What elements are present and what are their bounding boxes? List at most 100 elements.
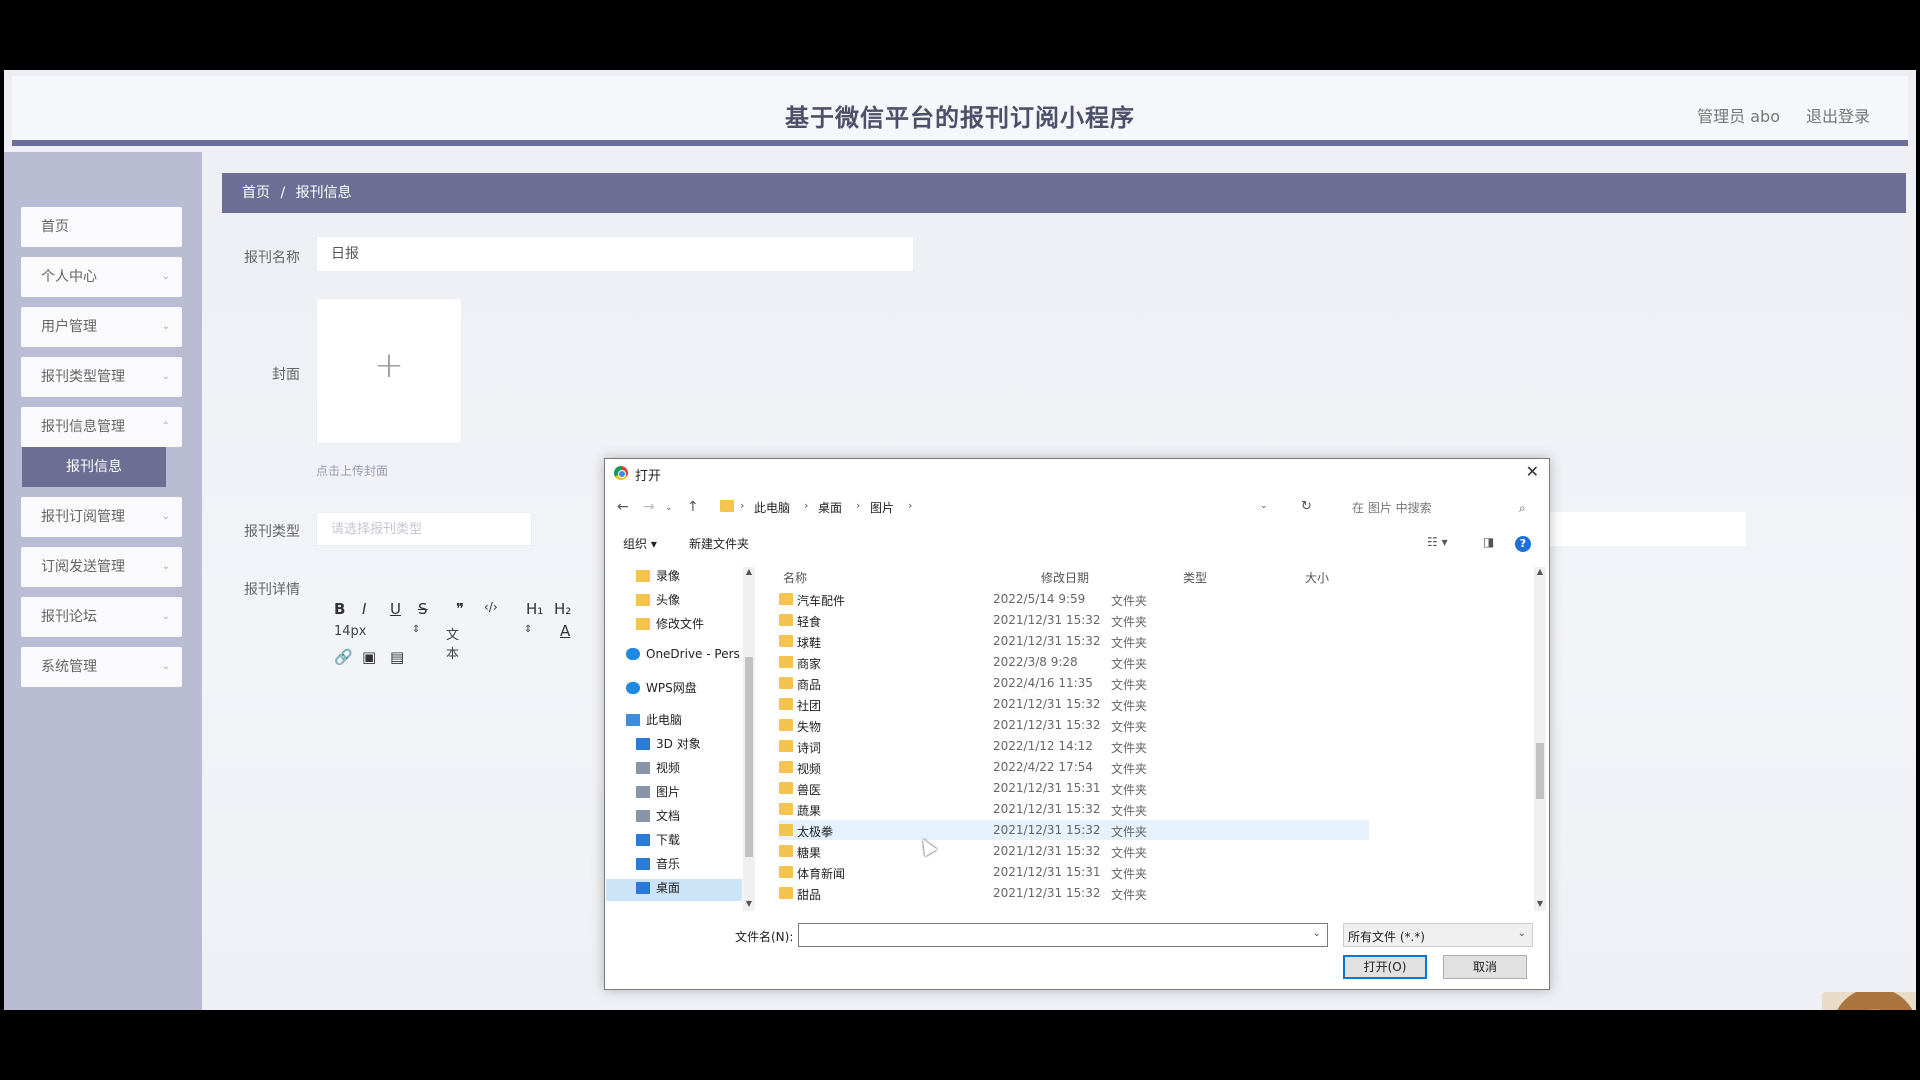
- strike-button[interactable]: S: [418, 600, 428, 618]
- column-size[interactable]: 大小: [1305, 569, 1329, 586]
- file-row[interactable]: 社团 2021/12/31 15:32 文件夹: [779, 694, 1369, 714]
- scroll-down-icon[interactable]: ▼: [1534, 899, 1546, 908]
- organize-button[interactable]: 组织 ▾: [623, 535, 657, 552]
- image-icon[interactable]: ▣: [362, 648, 376, 666]
- back-arrow-icon[interactable]: ←: [617, 499, 629, 515]
- preview-pane-icon[interactable]: ◨: [1483, 535, 1494, 549]
- file-row[interactable]: 商品 2022/4/16 11:35 文件夹: [779, 673, 1369, 693]
- sidebar-item-system[interactable]: 系统管理 ⌄: [21, 647, 182, 687]
- nav-item-videos-folder[interactable]: 录像: [636, 567, 680, 589]
- blockquote-button[interactable]: ❞: [456, 600, 464, 618]
- help-icon[interactable]: ?: [1515, 536, 1531, 552]
- file-row[interactable]: 兽医 2021/12/31 15:31 文件夹: [779, 778, 1369, 798]
- filetype-select[interactable]: 所有文件 (*.*) ⌄: [1343, 923, 1533, 947]
- bold-button[interactable]: B: [334, 600, 345, 618]
- admin-app: 基于微信平台的报刊订阅小程序 管理员 abo 退出登录 首页 个人中心 ⌄ 用户管…: [4, 70, 1916, 1010]
- nav-item-pictures[interactable]: 图片: [636, 783, 680, 805]
- nav-item-documents[interactable]: 文档: [636, 807, 680, 829]
- code-button[interactable]: ‹/›: [484, 600, 498, 614]
- folder-icon: [779, 698, 793, 710]
- nav-item-desktop[interactable]: 桌面: [606, 879, 742, 901]
- sidebar-item-paper-info[interactable]: 报刊信息管理 ⌃: [21, 407, 182, 447]
- sidebar-item-forum[interactable]: 报刊论坛 ⌄: [21, 597, 182, 637]
- nav-item-music[interactable]: 音乐: [636, 855, 680, 877]
- sidebar-item-home[interactable]: 首页: [21, 207, 182, 247]
- text-format-select[interactable]: 文本: [446, 624, 459, 662]
- file-row[interactable]: 体育新闻 2021/12/31 15:31 文件夹: [779, 862, 1369, 882]
- address-bar[interactable]: › 此电脑 › 桌面 › 图片 › ⌄: [719, 493, 1289, 519]
- file-row[interactable]: 轻食 2021/12/31 15:32 文件夹: [779, 610, 1369, 630]
- refresh-icon[interactable]: ↻: [1301, 499, 1312, 514]
- path-crumb[interactable]: 桌面: [818, 499, 842, 516]
- file-list-scrollbar[interactable]: ▲ ▼: [1534, 567, 1546, 911]
- new-folder-button[interactable]: 新建文件夹: [689, 535, 749, 552]
- file-row[interactable]: 甜品 2021/12/31 15:32 文件夹: [779, 883, 1369, 903]
- scroll-down-icon[interactable]: ▼: [743, 899, 755, 908]
- name-label: 报刊名称: [244, 250, 300, 266]
- search-icon[interactable]: ⌕: [1519, 501, 1526, 516]
- nav-item-3d[interactable]: 3D 对象: [636, 735, 701, 757]
- file-row[interactable]: 诗词 2022/1/12 14:12 文件夹: [779, 736, 1369, 756]
- font-size-select[interactable]: 14px: [334, 624, 367, 639]
- heading2-button[interactable]: H₂: [554, 600, 571, 618]
- open-button[interactable]: 打开(O): [1343, 955, 1427, 979]
- file-row[interactable]: 太极拳 2021/12/31 15:32 文件夹: [779, 820, 1369, 840]
- nav-item-this-pc[interactable]: 此电脑: [626, 711, 682, 733]
- file-row[interactable]: 失物 2021/12/31 15:32 文件夹: [779, 715, 1369, 735]
- sidebar-item-subscriptions[interactable]: 报刊订阅管理 ⌄: [21, 497, 182, 537]
- nav-scrollbar[interactable]: ▲ ▼: [743, 567, 755, 911]
- column-name[interactable]: 名称: [783, 569, 807, 586]
- nav-item-video[interactable]: 视频: [636, 759, 680, 781]
- cover-upload[interactable]: +: [316, 298, 462, 444]
- scroll-up-icon[interactable]: ▲: [743, 567, 755, 576]
- video-icon: [636, 762, 650, 774]
- chevron-down-icon[interactable]: ⌄: [1313, 928, 1321, 939]
- sidebar-item-paper-types[interactable]: 报刊类型管理 ⌄: [21, 357, 182, 397]
- video-icon[interactable]: ▤: [390, 648, 404, 666]
- extra-input-field[interactable]: [1550, 512, 1746, 546]
- scroll-thumb[interactable]: [745, 657, 753, 857]
- folder-icon: [720, 500, 734, 512]
- cancel-button[interactable]: 取消: [1443, 955, 1527, 979]
- heading1-button[interactable]: H₁: [526, 600, 543, 618]
- paper-type-select[interactable]: 请选择报刊类型: [316, 512, 532, 546]
- paper-name-input[interactable]: 日报: [316, 236, 914, 272]
- nav-item-onedrive[interactable]: OneDrive - Pers: [626, 647, 740, 669]
- column-date[interactable]: 修改日期: [1041, 569, 1089, 586]
- file-row[interactable]: 商家 2022/3/8 9:28 文件夹: [779, 652, 1369, 672]
- file-row[interactable]: 球鞋 2021/12/31 15:32 文件夹: [779, 631, 1369, 651]
- file-row[interactable]: 视频 2022/4/22 17:54 文件夹: [779, 757, 1369, 777]
- scroll-up-icon[interactable]: ▲: [1534, 567, 1546, 576]
- logout-link[interactable]: 退出登录: [1806, 103, 1870, 127]
- sidebar-subitem-paper-info[interactable]: 报刊信息: [22, 447, 166, 487]
- path-crumb[interactable]: 此电脑: [754, 499, 790, 516]
- sidebar-item-users[interactable]: 用户管理 ⌄: [21, 307, 182, 347]
- file-row[interactable]: 汽车配件 2022/5/14 9:59 文件夹: [779, 589, 1369, 609]
- link-icon[interactable]: 🔗: [334, 648, 353, 666]
- nav-item-edit-folder[interactable]: 修改文件: [636, 615, 704, 637]
- chevron-down-icon[interactable]: ⌄: [1260, 501, 1268, 511]
- search-input[interactable]: 在 图片 中搜索: [1339, 493, 1537, 519]
- file-row[interactable]: 蔬果 2021/12/31 15:32 文件夹: [779, 799, 1369, 819]
- file-row[interactable]: 糖果 2021/12/31 15:32 文件夹: [779, 841, 1369, 861]
- path-crumb[interactable]: 图片: [870, 499, 894, 516]
- breadcrumb-home[interactable]: 首页: [242, 185, 270, 201]
- forward-arrow-icon[interactable]: →: [643, 499, 655, 515]
- font-color-button[interactable]: A: [560, 622, 570, 640]
- recent-dropdown-icon[interactable]: ⌄: [665, 503, 673, 513]
- file-date: 2021/12/31 15:32: [993, 823, 1101, 837]
- scroll-thumb[interactable]: [1536, 743, 1544, 799]
- sidebar-item-profile[interactable]: 个人中心 ⌄: [21, 257, 182, 297]
- nav-item-wps[interactable]: WPS网盘: [626, 679, 697, 701]
- close-icon[interactable]: ✕: [1526, 462, 1539, 481]
- nav-item-avatars-folder[interactable]: 头像: [636, 591, 680, 613]
- view-options-icon[interactable]: ☷ ▾: [1427, 535, 1448, 549]
- sidebar-item-delivery[interactable]: 订阅发送管理 ⌄: [21, 547, 182, 587]
- underline-button[interactable]: U: [390, 600, 401, 618]
- filename-input[interactable]: ⌄: [798, 923, 1328, 947]
- italic-button[interactable]: I: [362, 600, 366, 618]
- column-type[interactable]: 类型: [1183, 569, 1207, 586]
- sidebar-item-label: 用户管理: [41, 319, 97, 335]
- up-arrow-icon[interactable]: ↑: [687, 499, 699, 515]
- nav-item-downloads[interactable]: 下载: [636, 831, 680, 853]
